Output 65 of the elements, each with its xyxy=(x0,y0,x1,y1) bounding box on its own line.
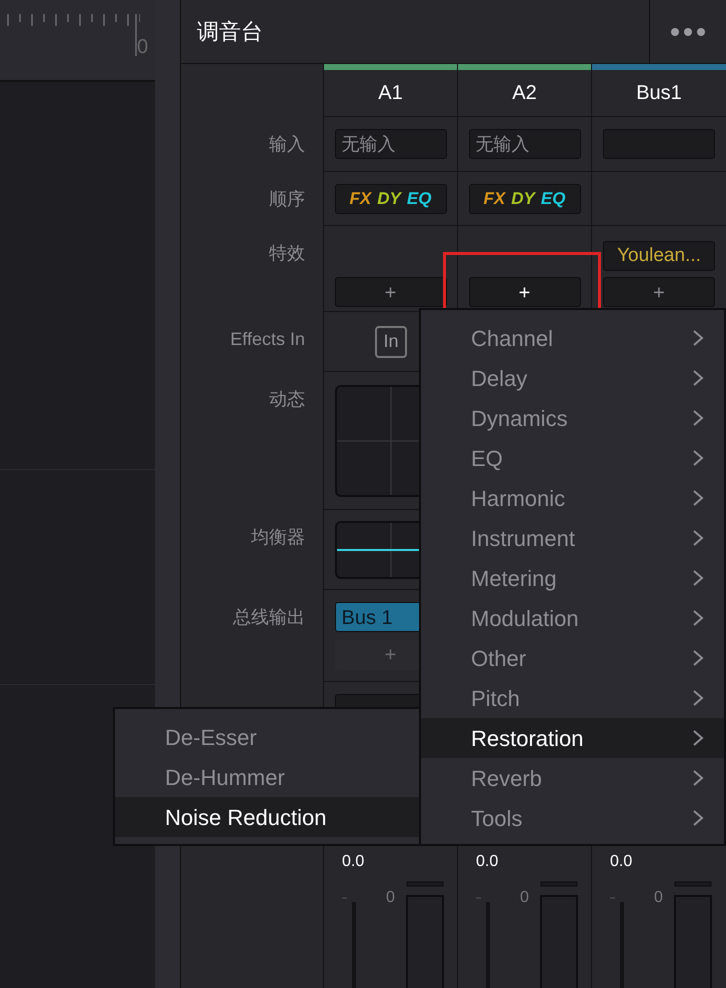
chevron-right-icon xyxy=(692,529,704,547)
row-label: Effects In xyxy=(230,328,305,351)
row-label: 总线输出 xyxy=(233,606,305,629)
row-label: 动态 xyxy=(269,388,305,411)
fader-reading: 0.0 xyxy=(476,852,500,872)
menu-item[interactable]: Pitch xyxy=(421,678,724,718)
chevron-right-icon xyxy=(692,729,704,747)
row-label: 均衡器 xyxy=(251,526,305,549)
order-tag: DY xyxy=(511,186,535,212)
submenu-item[interactable]: De-Esser xyxy=(115,717,419,757)
fader-track[interactable] xyxy=(342,896,356,988)
input-field[interactable] xyxy=(603,129,715,159)
ruler-label: 0 xyxy=(137,35,148,60)
row-label: 特效 xyxy=(269,242,305,265)
processing-order-field[interactable]: FX DY EQ xyxy=(334,184,446,214)
menu-item[interactable]: Reverb xyxy=(421,758,724,798)
order-tag: FX xyxy=(350,186,372,212)
chevron-right-icon xyxy=(692,809,704,827)
processing-order-field[interactable]: FX DY EQ xyxy=(468,184,580,214)
order-tag: DY xyxy=(377,186,401,212)
menu-item[interactable]: Instrument xyxy=(421,518,724,558)
menu-item[interactable]: Channel xyxy=(421,318,724,358)
fader-reading: 0.0 xyxy=(342,852,366,872)
chevron-right-icon xyxy=(692,409,704,427)
input-field[interactable]: 无输入 xyxy=(468,129,580,159)
menu-item[interactable]: Harmonic xyxy=(421,478,724,518)
row-label: 顺序 xyxy=(269,188,305,211)
menu-item[interactable]: EQ xyxy=(421,438,724,478)
submenu-item[interactable]: De-Hummer xyxy=(115,757,419,797)
chevron-right-icon xyxy=(692,369,704,387)
effect-slot[interactable]: Youlean... xyxy=(603,241,715,271)
submenu-item[interactable]: Noise Reduction xyxy=(115,797,419,837)
panel-title: 调音台 xyxy=(197,18,263,46)
menu-item[interactable]: Tools xyxy=(421,798,724,838)
chevron-right-icon xyxy=(692,769,704,787)
channel-name: A1 xyxy=(378,81,403,106)
menu-item[interactable]: Dynamics xyxy=(421,398,724,438)
channel-name: Bus1 xyxy=(636,81,682,106)
chevron-right-icon xyxy=(692,489,704,507)
chevron-right-icon xyxy=(692,649,704,667)
scale-label: 0 xyxy=(654,888,663,908)
add-effect-button[interactable]: + xyxy=(468,277,580,307)
chevron-right-icon xyxy=(692,609,704,627)
chevron-right-icon xyxy=(692,329,704,347)
more-icon xyxy=(670,26,706,36)
scale-label: 0 xyxy=(386,888,395,908)
chevron-right-icon xyxy=(692,449,704,467)
add-effect-button[interactable]: + xyxy=(603,277,715,307)
chevron-right-icon xyxy=(692,689,704,707)
fader-track[interactable] xyxy=(610,896,624,988)
menu-item[interactable]: Metering xyxy=(421,558,724,598)
row-label: 输入 xyxy=(269,133,305,156)
fader-reading: 0.0 xyxy=(610,852,634,872)
chevron-right-icon xyxy=(692,569,704,587)
input-field[interactable]: 无输入 xyxy=(334,129,446,159)
menu-item[interactable]: Delay xyxy=(421,358,724,398)
channel-name: A2 xyxy=(512,81,537,106)
scale-label: 0 xyxy=(520,888,529,908)
order-tag: EQ xyxy=(406,186,432,212)
fader-track[interactable] xyxy=(476,896,490,988)
order-tag: EQ xyxy=(540,186,566,212)
add-effect-button[interactable]: + xyxy=(334,277,446,307)
menu-item[interactable]: Restoration xyxy=(421,718,724,758)
order-tag: FX xyxy=(484,186,506,212)
effects-in-toggle[interactable]: In xyxy=(375,326,407,358)
